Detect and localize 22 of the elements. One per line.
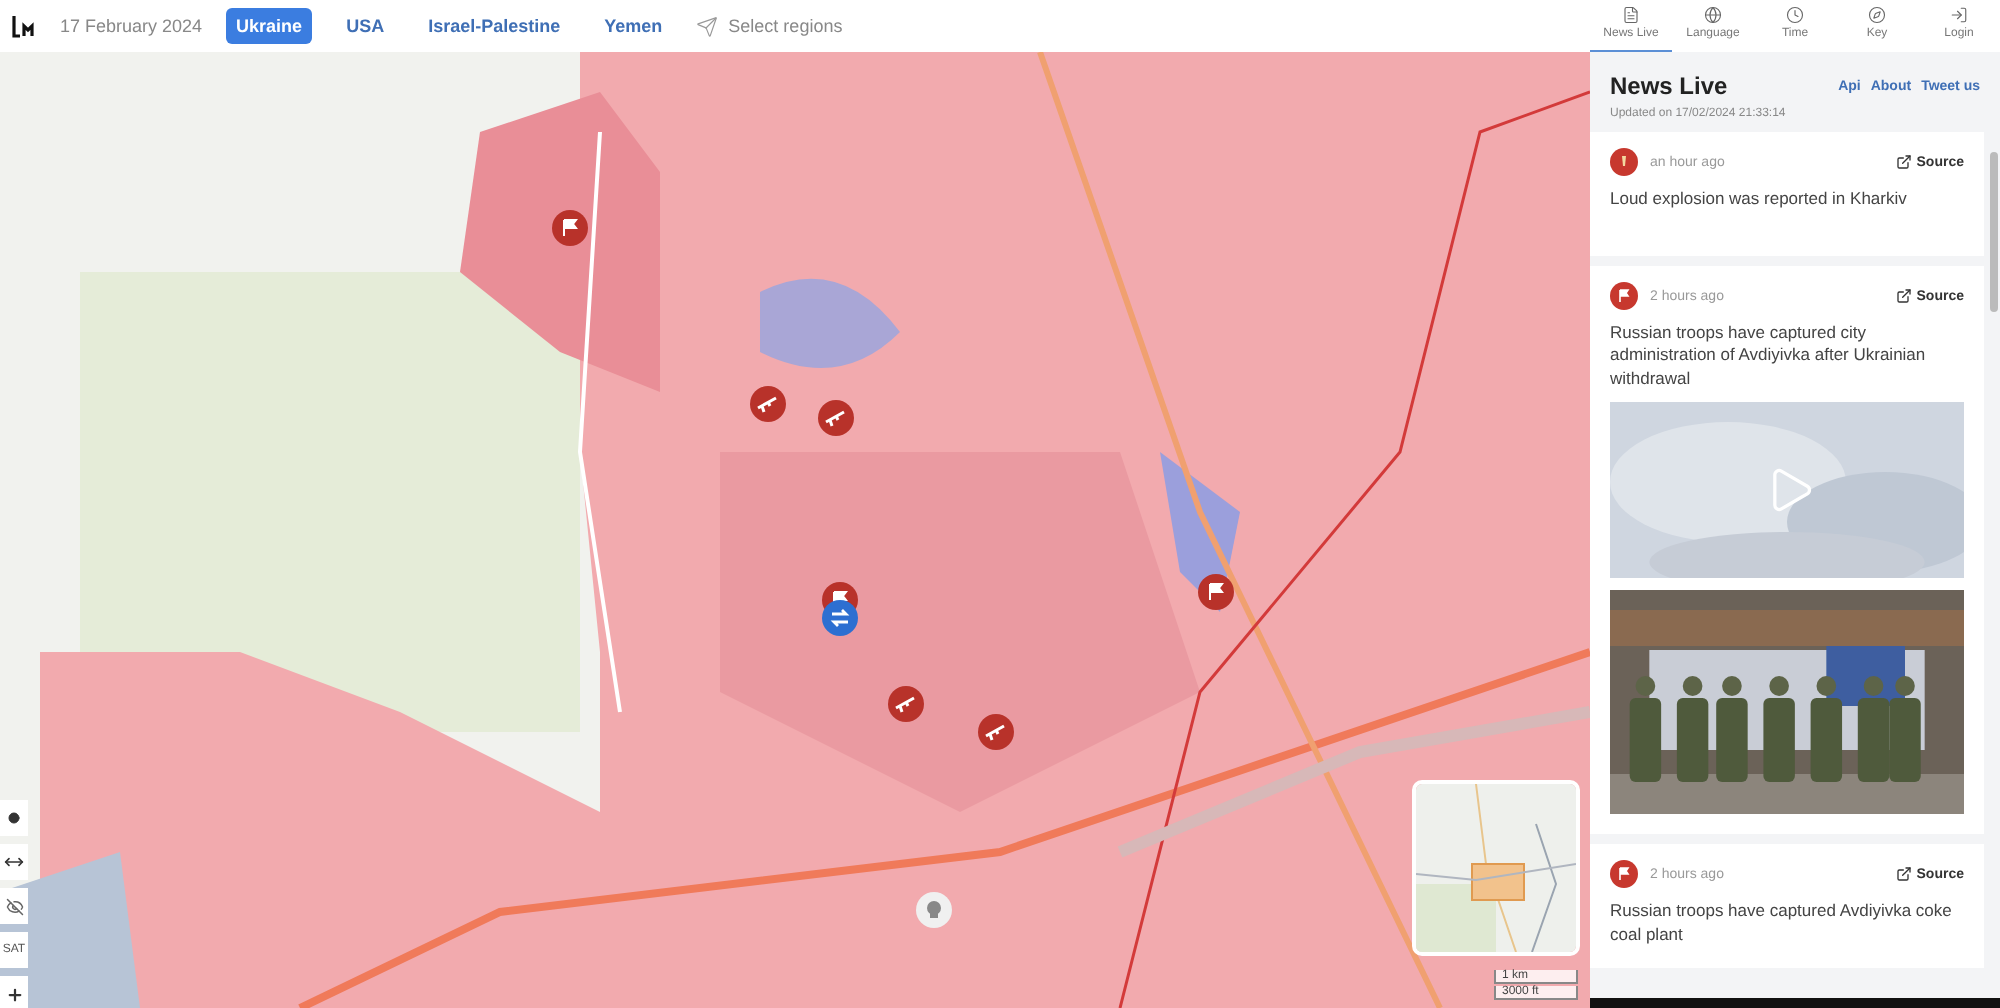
- time-icon: [1786, 6, 1804, 24]
- region-tab[interactable]: USA: [336, 8, 395, 44]
- external-link-icon: [1896, 288, 1913, 304]
- login-icon: [1950, 6, 1968, 24]
- send-icon: [696, 15, 719, 37]
- region-tab[interactable]: Ukraine: [226, 8, 313, 44]
- panel-title: News Live: [1610, 72, 1728, 100]
- region-tab[interactable]: Israel-Palestine: [418, 8, 571, 44]
- news-icon: [1622, 6, 1640, 24]
- flag-icon: [1610, 860, 1638, 889]
- select-regions-button[interactable]: Select regions: [696, 15, 843, 37]
- external-link-icon: [1896, 154, 1913, 170]
- region-tab[interactable]: Yemen: [594, 8, 673, 44]
- logo-icon[interactable]: [12, 14, 36, 38]
- date-label: 17 February 2024: [60, 16, 203, 36]
- flag-icon: [1610, 282, 1638, 310]
- language-icon: [1704, 6, 1722, 24]
- news-text: Loud explosion was reported in Kharkiv: [1610, 188, 1909, 211]
- news-text: Russian troops have captured city administration of Avdiyivka after Ukrainian withdrawal: [1610, 322, 1928, 391]
- news-text: Russian troops have captured Avdiyivka coke coal plant: [1610, 900, 1954, 947]
- scrollbar[interactable]: [1990, 152, 1998, 312]
- external-link-icon: [1896, 866, 1913, 883]
